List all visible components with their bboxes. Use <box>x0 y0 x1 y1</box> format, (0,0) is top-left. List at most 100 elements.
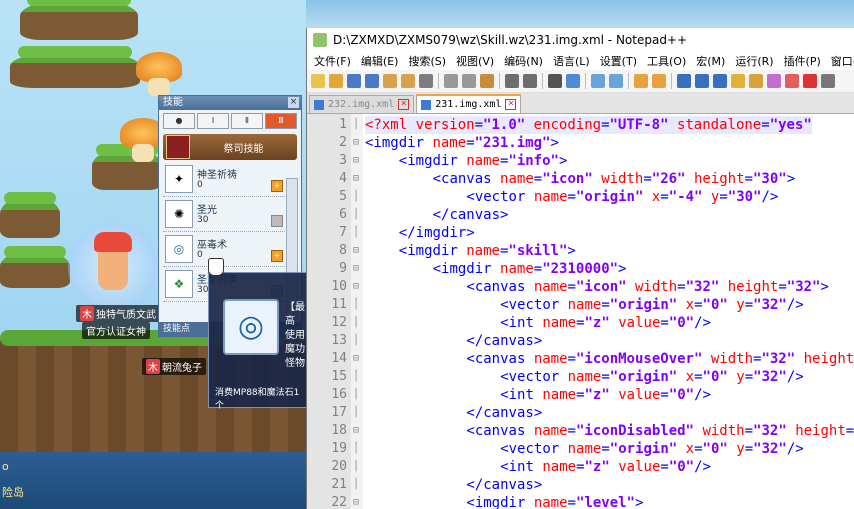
code-line[interactable]: 13 │ </canvas> <box>307 332 854 350</box>
code-line[interactable]: 20 │ <int name="z" value="0"/> <box>307 458 854 476</box>
close-icon[interactable]: × <box>288 97 299 108</box>
code-line[interactable]: 2 ⊟ <imgdir name="231.img"> <box>307 134 854 152</box>
menu-window[interactable]: 窗口(W) <box>826 53 854 69</box>
menu-run[interactable]: 运行(R) <box>730 53 778 69</box>
menu-search[interactable]: 搜索(S) <box>403 53 451 69</box>
function-list-icon[interactable] <box>749 74 763 88</box>
new-file-icon[interactable] <box>311 74 325 88</box>
redo-icon[interactable] <box>523 74 537 88</box>
fold-toggle-icon[interactable]: ⊟ <box>353 422 362 440</box>
fold-toggle-icon[interactable]: ⊟ <box>353 134 362 152</box>
paste-icon[interactable] <box>480 74 494 88</box>
notepad-plus-plus-window[interactable]: D:\ZXMXD\ZXMS079\wz\Skill.wz\231.img.xml… <box>306 28 854 509</box>
close-file-icon[interactable] <box>383 74 397 88</box>
indent-guide-icon[interactable] <box>713 74 727 88</box>
folder-workspace-icon[interactable] <box>767 74 781 88</box>
undo-icon[interactable] <box>505 74 519 88</box>
skill-tab-3[interactable]: Ⅲ <box>265 113 297 129</box>
skill-tab-2[interactable]: Ⅱ <box>231 113 263 129</box>
fold-toggle-icon[interactable]: ⊟ <box>353 350 362 368</box>
code-editor[interactable]: 1 │ <?xml version="1.0" encoding="UTF-8" s… <box>307 114 854 509</box>
fold-toggle-icon[interactable]: ⊟ <box>353 494 362 509</box>
dragon-summon-icon[interactable]: ❖ <box>165 270 193 298</box>
code-line[interactable]: 15 │ <vector name="origin" x="0" y="32"/> <box>307 368 854 386</box>
cut-icon[interactable] <box>444 74 458 88</box>
code-line[interactable]: 1 │ <?xml version="1.0" encoding="UTF-8" s… <box>307 116 854 134</box>
code-line[interactable]: 10 ⊟ <canvas name="icon" width="32" height… <box>307 278 854 296</box>
copy-icon[interactable] <box>462 74 476 88</box>
skill-plus-button[interactable]: + <box>271 180 283 192</box>
word-wrap-icon[interactable] <box>677 74 691 88</box>
code-line[interactable]: 9 ⊟ <imgdir name="2310000"> <box>307 260 854 278</box>
skill-tab-1[interactable]: Ⅰ <box>197 113 229 129</box>
skill-tab-beginner[interactable]: ● <box>163 113 195 129</box>
fold-toggle-icon[interactable]: ⊟ <box>353 242 362 260</box>
sync-vertical-icon[interactable] <box>634 74 648 88</box>
zoom-out-icon[interactable] <box>609 74 623 88</box>
sync-horizontal-icon[interactable] <box>652 74 666 88</box>
close-tab-icon[interactable]: × <box>505 99 517 110</box>
fold-toggle-icon[interactable]: ⊟ <box>353 152 362 170</box>
menu-language[interactable]: 语言(L) <box>548 53 595 69</box>
menu-encoding[interactable]: 编码(N) <box>499 53 548 69</box>
doom-icon[interactable]: ◎ <box>165 235 193 263</box>
menu-edit[interactable]: 编辑(E) <box>356 53 404 69</box>
player-character[interactable] <box>68 222 158 312</box>
menu-settings[interactable]: 设置(T) <box>595 53 642 69</box>
fold-toggle-icon[interactable]: ⊟ <box>353 278 362 296</box>
orange-mushroom-monster[interactable] <box>136 52 182 96</box>
find-icon[interactable] <box>548 74 562 88</box>
code-line[interactable]: 11 │ <vector name="origin" x="0" y="32"/> <box>307 296 854 314</box>
stop-macro-icon[interactable] <box>821 74 835 88</box>
record-macro-icon[interactable] <box>803 74 817 88</box>
close-all-icon[interactable] <box>401 74 415 88</box>
close-tab-icon[interactable]: × <box>398 99 410 110</box>
window-titlebar[interactable]: D:\ZXMXD\ZXMS079\wz\Skill.wz\231.img.xml… <box>307 28 854 52</box>
holy-light-icon[interactable]: ✺ <box>165 200 193 228</box>
skill-plus-button[interactable] <box>271 215 283 227</box>
code-line[interactable]: 12 │ <int name="z" value="0"/> <box>307 314 854 332</box>
code-line[interactable]: 4 ⊟ <canvas name="icon" width="26" height=… <box>307 170 854 188</box>
code-line[interactable]: 7 │ </imgdir> <box>307 224 854 242</box>
replace-icon[interactable] <box>566 74 580 88</box>
skill-slot[interactable]: ◎ 巫毒术 0 + <box>163 232 285 267</box>
chat-panel[interactable]: o 险岛 <box>0 452 306 509</box>
open-file-icon[interactable] <box>329 74 343 88</box>
skill-plus-button[interactable]: + <box>271 250 283 262</box>
menu-view[interactable]: 视图(V) <box>451 53 499 69</box>
prayer-icon[interactable]: ✦ <box>165 165 193 193</box>
code-line[interactable]: 19 │ <vector name="origin" x="0" y="32"/> <box>307 440 854 458</box>
skill-slot[interactable]: ✦ 神圣祈祷 0 + <box>163 162 285 197</box>
code-line[interactable]: 16 │ <int name="z" value="0"/> <box>307 386 854 404</box>
save-all-icon[interactable] <box>365 74 379 88</box>
name-tag: 木朝流兔子 <box>142 358 206 375</box>
skill-slot[interactable]: ✺ 圣光 30 <box>163 197 285 232</box>
fold-line: │ <box>353 317 360 328</box>
fold-toggle-icon[interactable]: ⊟ <box>353 260 362 278</box>
file-tab-231[interactable]: 231.img.xml × <box>416 94 522 113</box>
menu-plugins[interactable]: 插件(P) <box>779 53 826 69</box>
show-all-chars-icon[interactable] <box>695 74 709 88</box>
zoom-in-icon[interactable] <box>591 74 605 88</box>
print-icon[interactable] <box>419 74 433 88</box>
menu-file[interactable]: 文件(F) <box>309 53 356 69</box>
code-line[interactable]: 14 ⊟ <canvas name="iconMouseOver" width="3… <box>307 350 854 368</box>
menu-tools[interactable]: 工具(O) <box>642 53 691 69</box>
doc-map-icon[interactable] <box>731 74 745 88</box>
code-line[interactable]: 5 │ <vector name="origin" x="-4" y="30"/> <box>307 188 854 206</box>
fold-toggle-icon[interactable]: ⊟ <box>353 170 362 188</box>
code-line[interactable]: 6 │ </canvas> <box>307 206 854 224</box>
code-line[interactable]: 17 │ </canvas> <box>307 404 854 422</box>
code-line[interactable]: 3 ⊟ <imgdir name="info"> <box>307 152 854 170</box>
code-line[interactable]: 18 ⊟ <canvas name="iconDisabled" width="32… <box>307 422 854 440</box>
monitoring-icon[interactable] <box>785 74 799 88</box>
code-line[interactable]: 21 │ </canvas> <box>307 476 854 494</box>
code-line[interactable]: 8 ⊟ <imgdir name="skill"> <box>307 242 854 260</box>
skill-window-title[interactable]: 技能 × <box>159 96 301 110</box>
line-number: 4 <box>339 171 347 186</box>
game-viewport[interactable]: 木独特气质文武 官方认证女神 木朝流兔子 技能 × ● Ⅰ Ⅱ Ⅲ 祭司技能 ✦… <box>0 0 306 509</box>
file-tab-232[interactable]: 232.img.xml × <box>309 95 415 113</box>
code-line[interactable]: 22 ⊟ <imgdir name="level"> <box>307 494 854 509</box>
menu-macro[interactable]: 宏(M) <box>691 53 730 69</box>
save-icon[interactable] <box>347 74 361 88</box>
